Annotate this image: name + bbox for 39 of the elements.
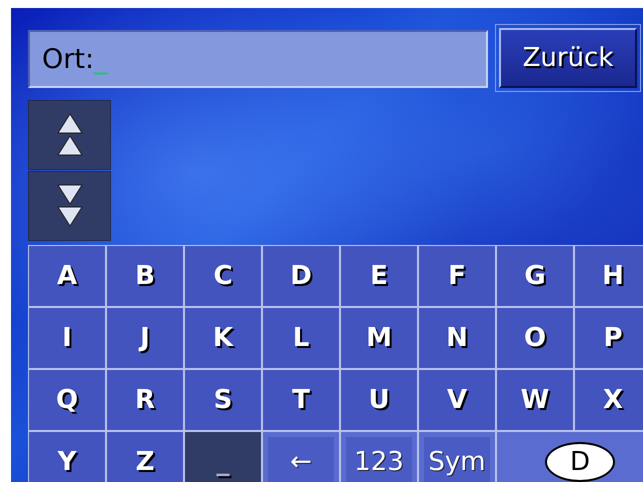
function-key[interactable]: Sym: [424, 437, 490, 482]
letter-key[interactable]: L: [262, 307, 340, 369]
letter-key[interactable]: F: [418, 245, 496, 307]
double-down-arrow-icon: [54, 183, 84, 229]
letter-key[interactable]: N: [418, 307, 496, 369]
letter-key[interactable]: T: [262, 369, 340, 431]
letter-key[interactable]: I: [28, 307, 106, 369]
letter-key[interactable]: E: [340, 245, 418, 307]
letter-key[interactable]: J: [106, 307, 184, 369]
function-key[interactable]: ←: [268, 437, 334, 482]
input-field[interactable]: Ort:_: [28, 30, 488, 88]
letter-key[interactable]: V: [418, 369, 496, 431]
scroll-up-button[interactable]: [28, 100, 111, 170]
letter-key[interactable]: O: [496, 307, 574, 369]
country-code-oval[interactable]: D: [545, 442, 615, 482]
scroll-down-button[interactable]: [28, 171, 111, 241]
letter-key[interactable]: A: [28, 245, 106, 307]
letter-key[interactable]: D: [262, 245, 340, 307]
letter-key[interactable]: Y: [28, 431, 106, 482]
letter-key[interactable]: R: [106, 369, 184, 431]
letter-key[interactable]: H: [574, 245, 643, 307]
back-button[interactable]: Zurück: [499, 28, 637, 88]
letter-key[interactable]: M: [340, 307, 418, 369]
letter-key[interactable]: G: [496, 245, 574, 307]
letter-key[interactable]: K: [184, 307, 262, 369]
letter-key[interactable]: W: [496, 369, 574, 431]
field-label: Ort:: [42, 44, 94, 74]
double-up-arrow-icon: [54, 112, 84, 158]
letter-key[interactable]: S: [184, 369, 262, 431]
space-key[interactable]: _: [184, 431, 262, 482]
letter-key[interactable]: Z: [106, 431, 184, 482]
letter-key[interactable]: X: [574, 369, 643, 431]
text-cursor: _: [94, 44, 108, 74]
letter-key[interactable]: Q: [28, 369, 106, 431]
letter-key[interactable]: P: [574, 307, 643, 369]
letter-key[interactable]: U: [340, 369, 418, 431]
letter-key[interactable]: B: [106, 245, 184, 307]
function-key[interactable]: 123: [346, 437, 412, 482]
letter-key[interactable]: C: [184, 245, 262, 307]
